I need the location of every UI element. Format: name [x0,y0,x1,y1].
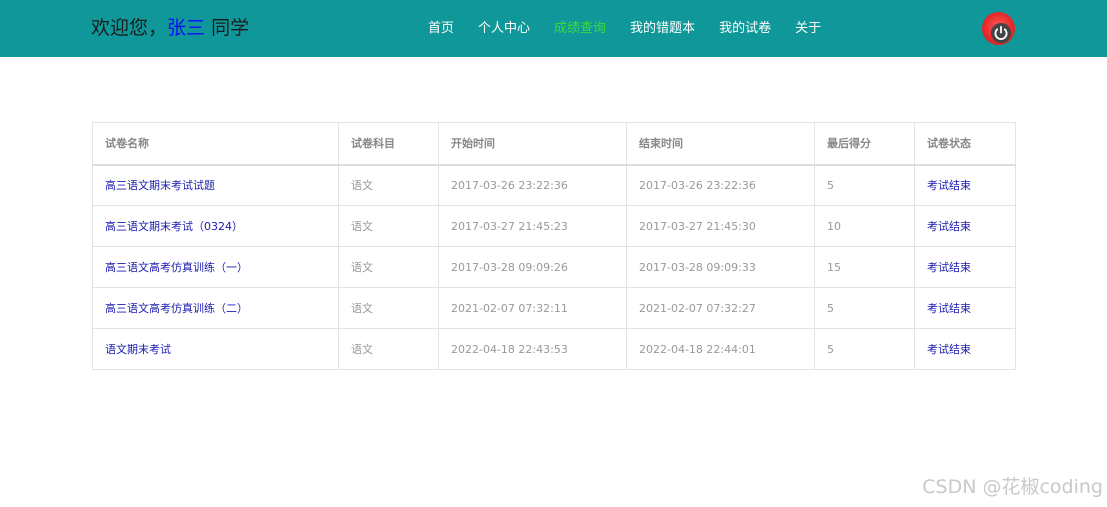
end-time-cell: 2017-03-28 09:09:33 [626,246,815,288]
subject-cell: 语文 [338,246,439,288]
end-time-cell: 2021-02-07 07:32:27 [626,287,815,329]
logout-button[interactable] [982,12,1015,45]
score-table-container: 试卷名称 试卷科目 开始时间 结束时间 最后得分 试卷状态 高三语文期末考试试题… [92,122,1016,370]
score-cell: 10 [814,205,915,247]
col-header-score: 最后得分 [814,122,915,166]
start-time-cell: 2017-03-26 23:22:36 [438,164,627,206]
subject-cell: 语文 [338,164,439,206]
nav-my-papers[interactable]: 我的试卷 [707,0,783,57]
top-nav-bar: 欢迎您，张三 同学 首页 个人中心 成绩查询 我的错题本 我的试卷 关于 [0,0,1107,57]
welcome-prefix: 欢迎您， [91,17,168,39]
status-link[interactable]: 考试结束 [914,205,1016,247]
username[interactable]: 张三 [167,17,205,39]
main-nav: 首页 个人中心 成绩查询 我的错题本 我的试卷 关于 [416,0,833,57]
nav-about[interactable]: 关于 [783,0,833,57]
nav-profile[interactable]: 个人中心 [466,0,542,57]
paper-name-link[interactable]: 语文期末考试 [92,328,339,370]
table-row: 语文期末考试 语文 2022-04-18 22:43:53 2022-04-18… [92,328,1016,370]
end-time-cell: 2022-04-18 22:44:01 [626,328,815,370]
start-time-cell: 2017-03-27 21:45:23 [438,205,627,247]
nav-wrong-questions[interactable]: 我的错题本 [618,0,707,57]
table-row: 高三语文高考仿真训练（一） 语文 2017-03-28 09:09:26 201… [92,246,1016,288]
nav-home[interactable]: 首页 [416,0,466,57]
score-cell: 5 [814,164,915,206]
paper-name-link[interactable]: 高三语文期末考试（0324） [92,205,339,247]
paper-name-link[interactable]: 高三语文高考仿真训练（一） [92,246,339,288]
nav-score-query[interactable]: 成绩查询 [542,0,618,57]
col-header-start-time: 开始时间 [438,122,627,166]
status-link[interactable]: 考试结束 [914,246,1016,288]
score-table: 试卷名称 试卷科目 开始时间 结束时间 最后得分 试卷状态 高三语文期末考试试题… [92,122,1016,370]
start-time-cell: 2021-02-07 07:32:11 [438,287,627,329]
end-time-cell: 2017-03-27 21:45:30 [626,205,815,247]
paper-name-link[interactable]: 高三语文期末考试试题 [92,164,339,206]
welcome-suffix: 同学 [205,17,250,39]
subject-cell: 语文 [338,287,439,329]
status-link[interactable]: 考试结束 [914,328,1016,370]
paper-name-link[interactable]: 高三语文高考仿真训练（二） [92,287,339,329]
score-cell: 15 [814,246,915,288]
table-row: 高三语文期末考试试题 语文 2017-03-26 23:22:36 2017-0… [92,164,1016,206]
table-header-row: 试卷名称 试卷科目 开始时间 结束时间 最后得分 试卷状态 [92,122,1016,166]
col-header-end-time: 结束时间 [626,122,815,166]
col-header-subject: 试卷科目 [338,122,439,166]
status-link[interactable]: 考试结束 [914,287,1016,329]
welcome-message: 欢迎您，张三 同学 [91,14,249,42]
start-time-cell: 2022-04-18 22:43:53 [438,328,627,370]
score-cell: 5 [814,328,915,370]
subject-cell: 语文 [338,205,439,247]
table-row: 高三语文高考仿真训练（二） 语文 2021-02-07 07:32:11 202… [92,287,1016,329]
score-cell: 5 [814,287,915,329]
col-header-paper-name: 试卷名称 [92,122,339,166]
col-header-status: 试卷状态 [914,122,1016,166]
status-link[interactable]: 考试结束 [914,164,1016,206]
table-row: 高三语文期末考试（0324） 语文 2017-03-27 21:45:23 20… [92,205,1016,247]
end-time-cell: 2017-03-26 23:22:36 [626,164,815,206]
start-time-cell: 2017-03-28 09:09:26 [438,246,627,288]
subject-cell: 语文 [338,328,439,370]
power-icon [991,23,1011,43]
watermark: CSDN @花椒coding [922,476,1103,498]
